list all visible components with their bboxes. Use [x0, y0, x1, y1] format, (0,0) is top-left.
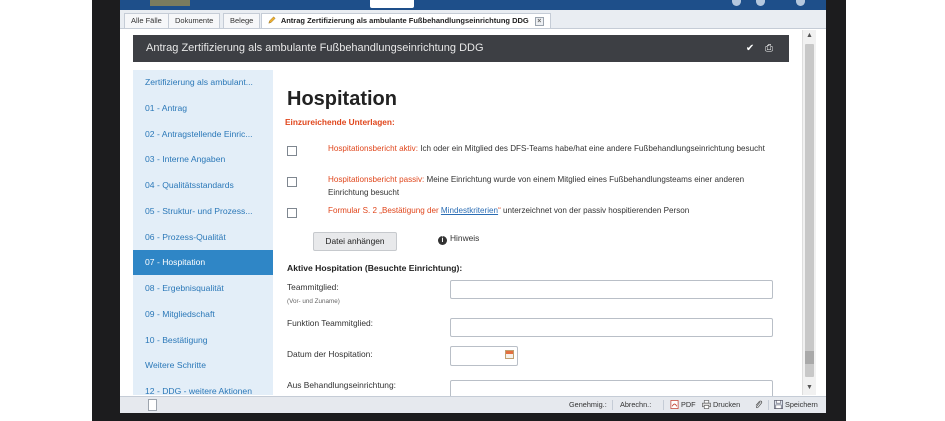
pencil-icon: [268, 16, 276, 24]
datum-input[interactable]: [450, 346, 518, 366]
settings-icon[interactable]: [796, 0, 805, 6]
check-text: Formular S. 2 „Bestätigung der Mindestkr…: [328, 205, 778, 218]
check-text: Hospitationsbericht passiv: Meine Einric…: [328, 174, 778, 199]
document-title: Antrag Zertifizierung als ambulante Fußb…: [146, 42, 484, 54]
field-label-datum: Datum der Hospitation:: [287, 349, 373, 359]
scroll-up-icon[interactable]: ▲: [803, 30, 816, 41]
tab-alle-faelle[interactable]: Alle Fälle: [124, 13, 169, 28]
print-icon[interactable]: ⎙: [765, 43, 773, 54]
sidebar-item-mitgliedschaft[interactable]: 09 - Mitgliedschaft: [133, 302, 273, 327]
sidebar-item-ergebnisqualitaet[interactable]: 08 - Ergebnisqualität: [133, 276, 273, 301]
sidebar-item-qualitaetsstandards[interactable]: 04 - Qualitätsstandards: [133, 173, 273, 198]
approval-status: Genehmig.:: [569, 400, 607, 409]
checkbox-formular[interactable]: [287, 208, 297, 218]
checkbox-bericht-passiv[interactable]: [287, 177, 297, 187]
app-logo: [150, 0, 190, 6]
app-header: [120, 0, 826, 10]
content-area: Antrag Zertifizierung als ambulante Fußb…: [120, 30, 826, 399]
check-description: Ich oder ein Mitglied des DFS-Teams habe…: [417, 144, 765, 153]
check-icon[interactable]: ✔: [746, 43, 754, 54]
check-prefix: Hospitationsbericht passiv:: [328, 175, 425, 184]
funktion-input[interactable]: [450, 318, 773, 337]
field-label-behandlungseinrichtung: Aus Behandlungseinrichtung:: [287, 380, 396, 390]
scroll-track: [805, 44, 814, 377]
page-title: Hospitation: [287, 88, 397, 110]
tab-strip: Alle Fälle Dokumente Belege Antrag Zerti…: [120, 10, 826, 29]
check-description: unterzeichnet von der passiv hospitieren…: [500, 206, 690, 215]
tab-belege[interactable]: Belege: [223, 13, 261, 28]
check-text: Hospitationsbericht aktiv: Ich oder ein …: [328, 143, 778, 156]
field-sublabel-name: (Vor- und Zuname): [287, 298, 340, 305]
save-button[interactable]: Speichern: [774, 397, 818, 413]
tab-label: Dokumente: [175, 16, 214, 25]
field-label-funktion: Funktion Teammitglied:: [287, 318, 373, 328]
section-sidebar: Zertifizierung als ambulant... 01 - Antr…: [133, 70, 273, 396]
close-icon[interactable]: ×: [534, 17, 544, 26]
attach-file-button[interactable]: Datei anhängen: [313, 232, 397, 251]
scroll-down-icon[interactable]: ▼: [803, 382, 816, 393]
warning-label: Einzureichende Unterlagen:: [285, 117, 395, 127]
print-button[interactable]: Drucken: [702, 397, 740, 413]
tab-label: Antrag Zertifizierung als ambulante Fußb…: [280, 16, 529, 25]
vertical-scrollbar[interactable]: ▲ ▼: [802, 30, 816, 395]
calendar-icon[interactable]: [505, 350, 514, 359]
field-label-teammitglied: Teammitglied:: [287, 282, 339, 292]
teammitglied-input[interactable]: [450, 280, 773, 299]
sidebar-item-hospitation[interactable]: 07 - Hospitation: [133, 250, 273, 275]
sidebar-item-struktur-prozess[interactable]: 05 - Struktur- und Prozess...: [133, 199, 273, 224]
pdf-icon: [670, 400, 679, 409]
background-right: [846, 0, 945, 421]
pdf-button[interactable]: PDF: [670, 397, 696, 413]
sidebar-item-prozess-qualitaet[interactable]: 06 - Prozess-Qualität: [133, 225, 273, 250]
header-active-nav[interactable]: [370, 0, 414, 8]
help-icon[interactable]: [732, 0, 741, 6]
tab-dokumente[interactable]: Dokumente: [168, 13, 221, 28]
check-prefix: Hospitationsbericht aktiv:: [328, 144, 418, 153]
device-bezel-bottom: [92, 413, 846, 421]
app-screen: Alle Fälle Dokumente Belege Antrag Zerti…: [120, 0, 826, 413]
billing-status: Abrechn.:: [620, 400, 652, 409]
sidebar-item-antragstellende[interactable]: 02 - Antragstellende Einric...: [133, 122, 273, 147]
mindestkriterien-link[interactable]: Mindestkriterien: [441, 206, 498, 215]
divider: [612, 400, 613, 410]
sidebar-item-antrag[interactable]: 01 - Antrag: [133, 96, 273, 121]
scroll-thumb[interactable]: [805, 351, 814, 364]
pdf-label: PDF: [681, 400, 696, 409]
device-bezel-right: [826, 0, 846, 421]
divider: [768, 400, 769, 410]
sidebar-item-bestaetigung[interactable]: 10 - Bestätigung: [133, 328, 273, 353]
section-title: Aktive Hospitation (Besuchte Einrichtung…: [287, 263, 463, 273]
attachment-button[interactable]: [754, 397, 765, 413]
divider: [663, 400, 664, 410]
user-icon[interactable]: [756, 0, 765, 6]
document-icon: [148, 399, 157, 411]
hint-link[interactable]: i Hinweis: [438, 232, 479, 245]
checkbox-bericht-aktiv[interactable]: [287, 146, 297, 156]
main-panel: Hospitation Einzureichende Unterlagen: H…: [273, 70, 789, 399]
sidebar-item-weitere-schritte[interactable]: Weitere Schritte: [133, 353, 273, 378]
tab-antrag-zertifizierung[interactable]: Antrag Zertifizierung als ambulante Fußb…: [261, 13, 551, 28]
tab-label: Alle Fälle: [131, 16, 162, 25]
save-icon: [774, 400, 783, 409]
check-prefix: Formular S. 2 „Bestätigung der: [328, 206, 441, 215]
device-bezel-left: [92, 0, 120, 421]
status-bar: Genehmig.: Abrechn.: PDF Drucken Speiche…: [120, 396, 826, 413]
print-label: Drucken: [713, 400, 741, 409]
sidebar-item-interne-angaben[interactable]: 03 - Interne Angaben: [133, 147, 273, 172]
printer-icon: [702, 400, 711, 409]
hint-label: Hinweis: [450, 233, 480, 243]
document-title-bar: Antrag Zertifizierung als ambulante Fußb…: [133, 35, 789, 62]
tab-label: Belege: [230, 16, 254, 25]
paperclip-icon: [755, 400, 763, 409]
info-icon: i: [438, 236, 447, 245]
sidebar-item-zertifizierung[interactable]: Zertifizierung als ambulant...: [133, 70, 273, 95]
save-label: Speichern: [785, 400, 818, 409]
